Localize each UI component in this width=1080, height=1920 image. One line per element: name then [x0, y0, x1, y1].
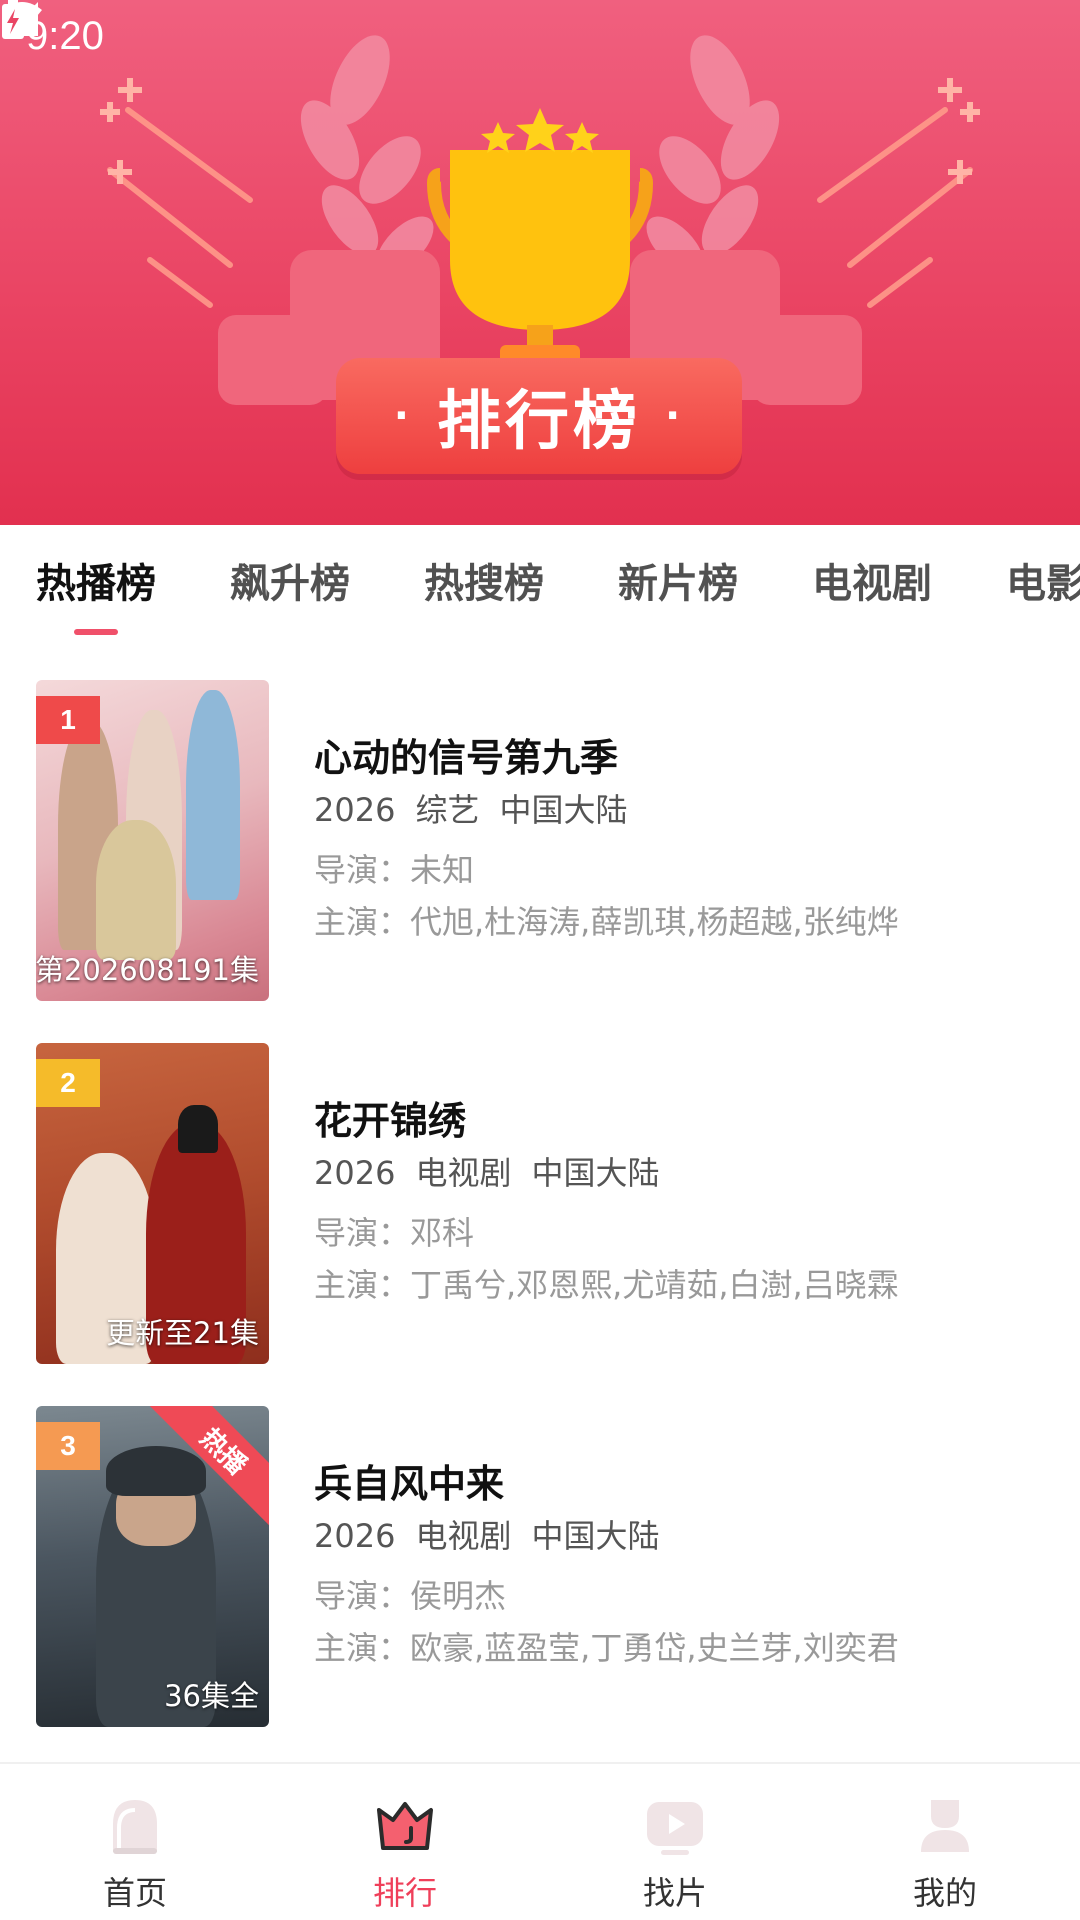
ranking-tabs: 热播榜 飙升榜 热搜榜 新片榜 电视剧 电影 — [0, 525, 1080, 635]
nav-home[interactable]: 首页 — [0, 1764, 270, 1920]
episode-caption: 第202608191集 — [36, 953, 259, 987]
nav-ranking[interactable]: 排行 — [270, 1764, 540, 1920]
tab-hot-play[interactable]: 热播榜 — [36, 551, 156, 609]
item-info: 花开锦绣 2026 电视剧 中国大陆 导演：邓科 主演：丁禹兮,邓恩熙,尤靖茹,白澍… — [314, 1093, 1054, 1311]
item-year: 2026 — [314, 1517, 396, 1555]
ranking-title-badge: · 排行榜 · — [336, 358, 742, 474]
tab-tv-series[interactable]: 电视剧 — [812, 551, 932, 609]
bottom-nav: 首页 排行 找片 我的 — [0, 1762, 1080, 1920]
item-meta: 2026 电视剧 中国大陆 — [314, 1512, 1054, 1560]
poster-image[interactable]: 2 更新至21集 — [36, 1043, 269, 1364]
nav-label: 首页 — [102, 1874, 167, 1912]
play-screen-icon — [647, 1802, 703, 1855]
poster-image[interactable]: 1 第202608191集 — [36, 680, 269, 1001]
list-item[interactable]: 1 第202608191集 心动的信号第九季 2026 综艺 中国大陆 导演：未知 … — [0, 680, 1080, 1043]
home-icon — [113, 1800, 157, 1854]
profile-icon — [921, 1800, 969, 1852]
rank-badge: 2 — [36, 1059, 100, 1107]
poster-image[interactable]: 3 热播 36集全 — [36, 1406, 269, 1727]
item-genre: 电视剧 — [415, 1517, 512, 1555]
item-year: 2026 — [314, 1154, 396, 1192]
episode-caption: 36集全 — [164, 1679, 259, 1713]
ranking-list: 1 第202608191集 心动的信号第九季 2026 综艺 中国大陆 导演：未知 … — [0, 680, 1080, 1769]
rank-badge: 3 — [36, 1422, 100, 1470]
item-meta: 2026 电视剧 中国大陆 — [314, 1149, 1054, 1197]
nav-profile[interactable]: 我的 — [810, 1764, 1080, 1920]
tab-rising[interactable]: 飙升榜 — [230, 551, 350, 609]
item-genre: 综艺 — [415, 791, 480, 829]
status-bar: 9:20 — [0, 0, 1080, 72]
item-cast: 主演：代旭,杜海涛,薛凯琪,杨超越,张纯烨 — [314, 903, 899, 941]
item-cast: 主演：欧豪,蓝盈莹,丁勇岱,史兰芽,刘奕君 — [314, 1629, 899, 1667]
list-item[interactable]: 2 更新至21集 花开锦绣 2026 电视剧 中国大陆 导演：邓科 主演：丁禹兮,邓… — [0, 1043, 1080, 1406]
item-title[interactable]: 心动的信号第九季 — [314, 730, 1054, 786]
item-region: 中国大陆 — [531, 1517, 660, 1555]
item-meta: 2026 综艺 中国大陆 — [314, 786, 1054, 834]
nav-label: 我的 — [912, 1874, 977, 1912]
item-title[interactable]: 花开锦绣 — [314, 1093, 1054, 1149]
item-title[interactable]: 兵自风中来 — [314, 1456, 1054, 1512]
battery-charging-icon — [2, 0, 24, 39]
item-cast: 主演：丁禹兮,邓恩熙,尤靖茹,白澍,吕晓霖 — [314, 1266, 899, 1304]
item-director: 导演：侯明杰 — [314, 1577, 507, 1615]
tab-hot-search[interactable]: 热搜榜 — [424, 551, 544, 609]
episode-caption: 更新至21集 — [106, 1316, 259, 1350]
item-region: 中国大陆 — [531, 1154, 660, 1192]
item-region: 中国大陆 — [499, 791, 628, 829]
list-item[interactable]: 3 热播 36集全 兵自风中来 2026 电视剧 中国大陆 导演：侯明杰 主演：欧豪… — [0, 1406, 1080, 1769]
crown-icon — [377, 1802, 433, 1850]
banner: 9:20 · 排行榜 · — [0, 0, 1080, 525]
tab-new-releases[interactable]: 新片榜 — [618, 551, 738, 609]
rank-badge: 1 — [36, 696, 100, 744]
item-year: 2026 — [314, 791, 396, 829]
nav-find[interactable]: 找片 — [540, 1764, 810, 1920]
item-director: 导演：未知 — [314, 851, 475, 889]
tab-movies[interactable]: 电影 — [1006, 551, 1080, 609]
banner-title: 排行榜 — [437, 385, 641, 459]
item-director: 导演：邓科 — [314, 1214, 475, 1252]
nav-label: 排行 — [372, 1874, 437, 1912]
item-genre: 电视剧 — [415, 1154, 512, 1192]
nav-label: 找片 — [642, 1874, 707, 1912]
item-info: 心动的信号第九季 2026 综艺 中国大陆 导演：未知 主演：代旭,杜海涛,薛凯琪,… — [314, 730, 1054, 948]
item-info: 兵自风中来 2026 电视剧 中国大陆 导演：侯明杰 主演：欧豪,蓝盈莹,丁勇岱,史… — [314, 1456, 1054, 1674]
